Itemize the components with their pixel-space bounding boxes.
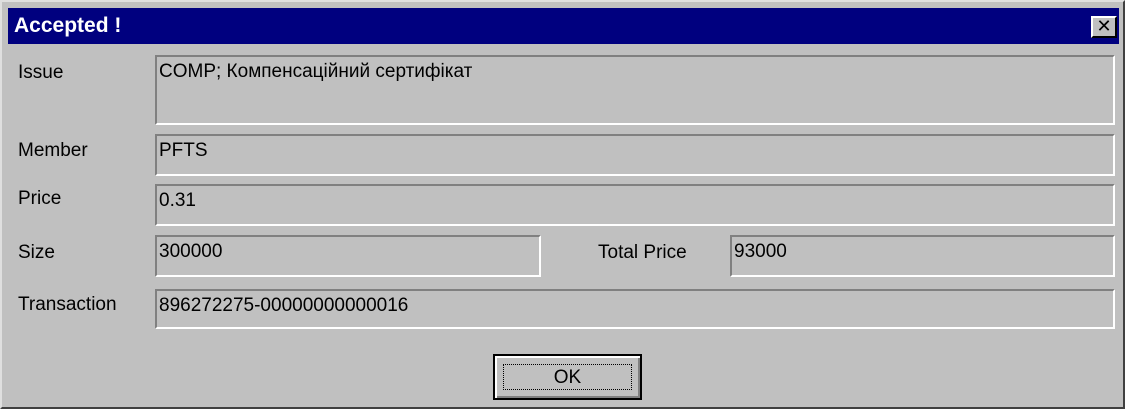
ok-button-label: OK <box>503 364 632 390</box>
close-icon: ✕ <box>1096 16 1112 36</box>
price-field: 0.31 <box>155 184 1115 226</box>
ok-button[interactable]: OK <box>493 354 642 400</box>
price-label: Price <box>18 188 62 209</box>
transaction-field: 896272275-00000000000016 <box>155 289 1115 329</box>
total-price-label: Total Price <box>598 242 687 263</box>
issue-field: COMP; Компенсаційний сертифікат <box>155 55 1115 125</box>
total-price-field: 93000 <box>730 235 1115 277</box>
accepted-dialog: Accepted ! ✕ Issue COMP; Компенсаційний … <box>0 0 1125 409</box>
size-label: Size <box>18 242 55 263</box>
issue-label: Issue <box>18 62 64 83</box>
dialog-titlebar[interactable]: Accepted ! ✕ <box>8 8 1119 44</box>
dialog-title: Accepted ! <box>14 14 122 37</box>
close-button[interactable]: ✕ <box>1091 16 1117 38</box>
member-label: Member <box>18 140 88 161</box>
size-field: 300000 <box>155 235 541 277</box>
transaction-label: Transaction <box>18 294 117 315</box>
member-field: PFTS <box>155 134 1115 176</box>
